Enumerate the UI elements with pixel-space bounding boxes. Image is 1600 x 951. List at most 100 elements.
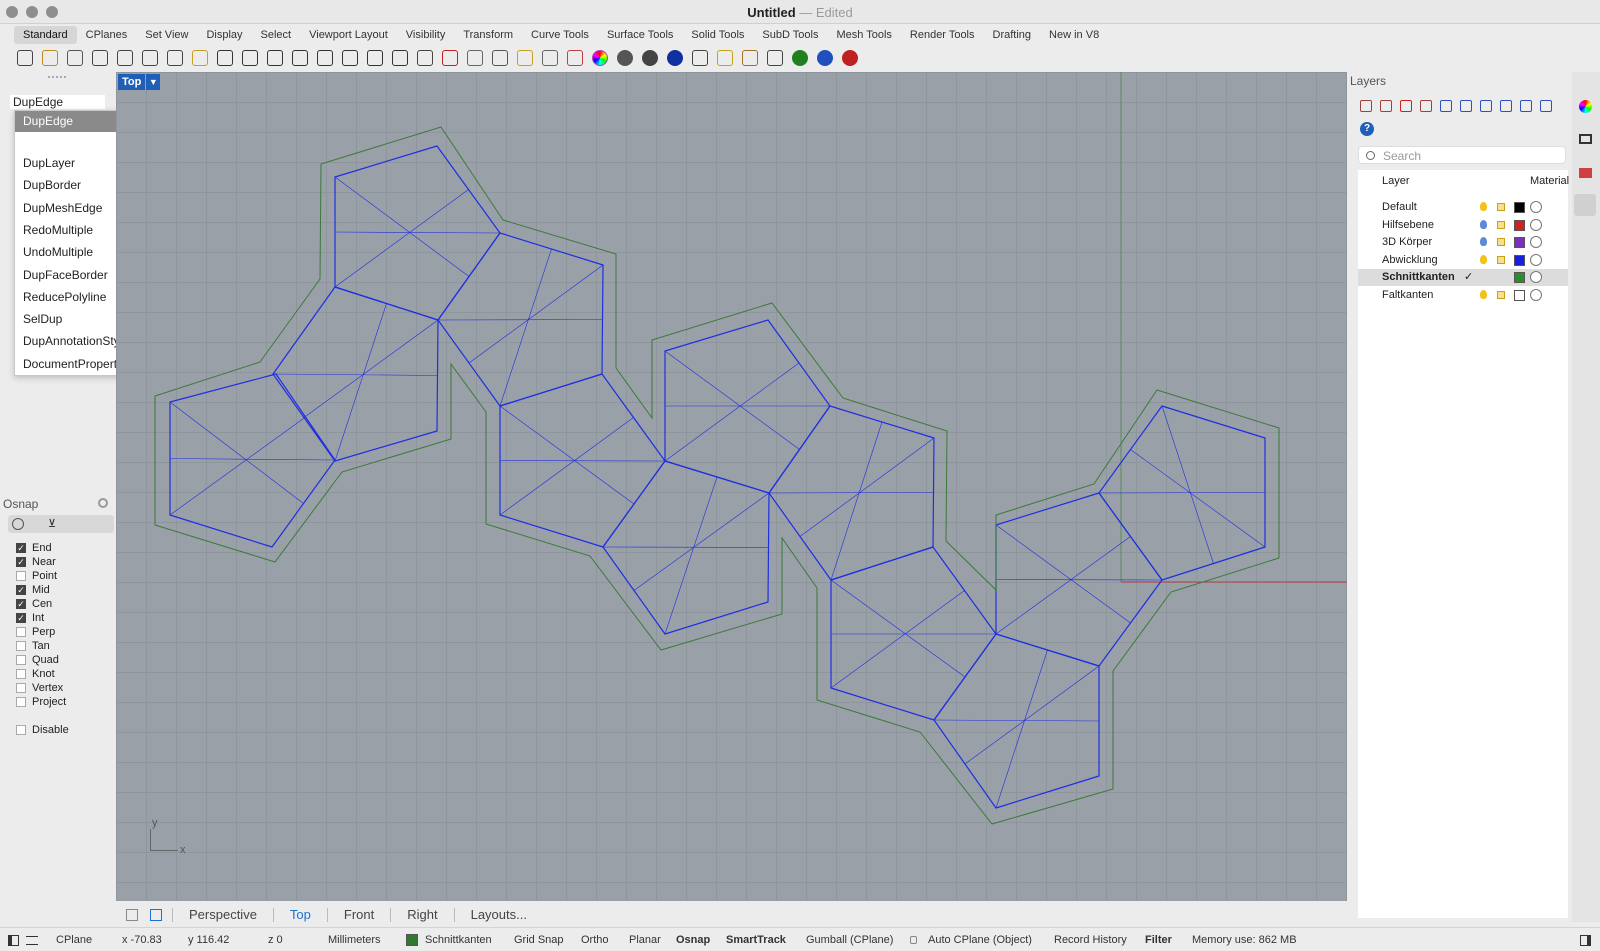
properties-tab-icon[interactable] [1574, 194, 1596, 216]
units-label[interactable]: Millimeters [328, 934, 381, 946]
planar-toggle[interactable]: Planar [629, 934, 661, 946]
light-bulb-icon[interactable] [1480, 202, 1487, 211]
osnap-int[interactable]: ✓ Int [16, 612, 44, 624]
viewport-name[interactable]: Top [118, 74, 146, 90]
viewport-tab-right[interactable]: Right [390, 908, 453, 922]
viewport-title[interactable]: Top ▼ [118, 74, 161, 90]
help-icon[interactable]: ? [1360, 122, 1374, 136]
osnap-point[interactable]: Point [16, 570, 57, 582]
import-button[interactable] [114, 48, 135, 69]
single-viewport-icon[interactable] [150, 909, 162, 921]
unlock-icon[interactable] [1420, 100, 1432, 112]
copy-button[interactable] [164, 48, 185, 69]
tab-select[interactable]: Select [252, 26, 301, 44]
smarttrack-toggle[interactable]: SmartTrack [726, 934, 786, 946]
globe-button[interactable] [789, 48, 810, 69]
zoom-selected-button[interactable] [364, 48, 385, 69]
checkbox[interactable] [16, 683, 26, 693]
checkbox[interactable]: ✓ [16, 543, 26, 553]
autocomplete-item[interactable]: RedoMultiple [23, 222, 93, 238]
zoom-extents-button[interactable] [339, 48, 360, 69]
viewport-tab-perspective[interactable]: Perspective [172, 908, 273, 922]
checkbox[interactable]: ✓ [16, 613, 26, 623]
layer-button[interactable] [564, 48, 585, 69]
sidebar-toggle-icon[interactable] [8, 935, 19, 946]
filter-icon[interactable] [1500, 100, 1512, 112]
viewport-top[interactable]: y x [116, 72, 1347, 901]
osnap-tab-filter[interactable]: ⊻ [48, 517, 56, 530]
light-button[interactable] [514, 48, 535, 69]
move-up-icon[interactable] [1440, 100, 1452, 112]
display-icon[interactable] [1579, 134, 1592, 144]
layer-name[interactable]: Schnittkanten [1382, 271, 1455, 283]
layer-row[interactable]: Faltkanten [1358, 287, 1568, 304]
autocomplete-item[interactable]: ReducePolyline [23, 289, 106, 305]
render-button[interactable] [639, 48, 660, 69]
tab-drafting[interactable]: Drafting [984, 26, 1041, 44]
col-material[interactable]: Material [1530, 175, 1569, 187]
tab-transform[interactable]: Transform [454, 26, 522, 44]
lock-icon[interactable] [1497, 238, 1505, 247]
shade-button[interactable] [614, 48, 635, 69]
osnap-disable[interactable]: Disable [16, 724, 69, 736]
layer-name[interactable]: Default [1382, 201, 1417, 213]
auto-cplane-toggle[interactable]: Auto CPlane (Object) [928, 934, 1032, 946]
new-sublayer-icon[interactable] [1380, 100, 1392, 112]
lock-button[interactable] [539, 48, 560, 69]
move-down-icon[interactable] [1460, 100, 1472, 112]
osnap-toggle[interactable]: Osnap [676, 934, 710, 946]
new-button[interactable] [14, 48, 35, 69]
save-button[interactable] [64, 48, 85, 69]
layer-row[interactable]: Hilfsebene [1358, 217, 1568, 234]
material-circle-icon[interactable] [1530, 201, 1542, 213]
checkbox[interactable] [16, 725, 26, 735]
material-button[interactable] [689, 48, 710, 69]
lock-icon[interactable] [1497, 255, 1505, 264]
tab-mesh-tools[interactable]: Mesh Tools [827, 26, 900, 44]
tab-viewport-layout[interactable]: Viewport Layout [300, 26, 397, 44]
osnap-project[interactable]: Project [16, 696, 66, 708]
zoom-button[interactable] [289, 48, 310, 69]
osnap-tan[interactable]: Tan [16, 640, 50, 652]
osnap-mid[interactable]: ✓ Mid [16, 584, 50, 596]
checkbox[interactable] [16, 697, 26, 707]
tab-visibility[interactable]: Visibility [397, 26, 455, 44]
viewport-tab-layouts[interactable]: Layouts... [453, 908, 543, 922]
layer-name[interactable]: Abwicklung [1382, 254, 1438, 266]
lock-icon[interactable] [1497, 291, 1505, 299]
autocomplete-item[interactable]: DupAnnotationStyle [23, 333, 129, 349]
cplane-label[interactable]: CPlane [56, 934, 92, 946]
layer-row[interactable]: 3D Körper [1358, 234, 1568, 251]
pan-button[interactable] [239, 48, 260, 69]
checkbox[interactable]: ✓ [16, 599, 26, 609]
tab-render-tools[interactable]: Render Tools [901, 26, 984, 44]
checkbox[interactable] [16, 641, 26, 651]
quit-button[interactable] [839, 48, 860, 69]
open-button[interactable] [39, 48, 60, 69]
menu-icon[interactable] [1540, 100, 1552, 112]
layer-name[interactable]: Faltkanten [1382, 289, 1433, 301]
checkbox[interactable]: ✓ [16, 585, 26, 595]
material-circle-icon[interactable] [1530, 289, 1542, 301]
material-circle-icon[interactable] [1530, 253, 1542, 266]
command-input[interactable]: DupEdge [10, 95, 105, 109]
ortho-toggle[interactable]: Ortho [581, 934, 609, 946]
tab-set-view[interactable]: Set View [136, 26, 197, 44]
filter-toggle[interactable]: Filter [1145, 934, 1172, 946]
layer-color-swatch[interactable] [1514, 237, 1525, 249]
help-button[interactable] [814, 48, 835, 69]
material-circle-icon[interactable] [1530, 218, 1542, 231]
current-layer-swatch[interactable] [406, 934, 418, 946]
layer-row[interactable]: Schnittkanten ✓ [1358, 269, 1568, 287]
osnap-tab-snaps[interactable] [12, 518, 24, 530]
gumball-toggle[interactable]: Gumball (CPlane) [806, 934, 893, 946]
checkbox[interactable] [16, 627, 26, 637]
record-history-toggle[interactable]: Record History [1054, 934, 1127, 946]
zoom-window-button[interactable] [314, 48, 335, 69]
viewport-tab-front[interactable]: Front [326, 908, 390, 922]
tab-standard[interactable]: Standard [14, 26, 77, 44]
sphere-button[interactable] [664, 48, 685, 69]
chevron-down-icon[interactable]: ▼ [146, 74, 161, 90]
checkbox[interactable]: ✓ [16, 557, 26, 567]
cplane-button[interactable] [489, 48, 510, 69]
